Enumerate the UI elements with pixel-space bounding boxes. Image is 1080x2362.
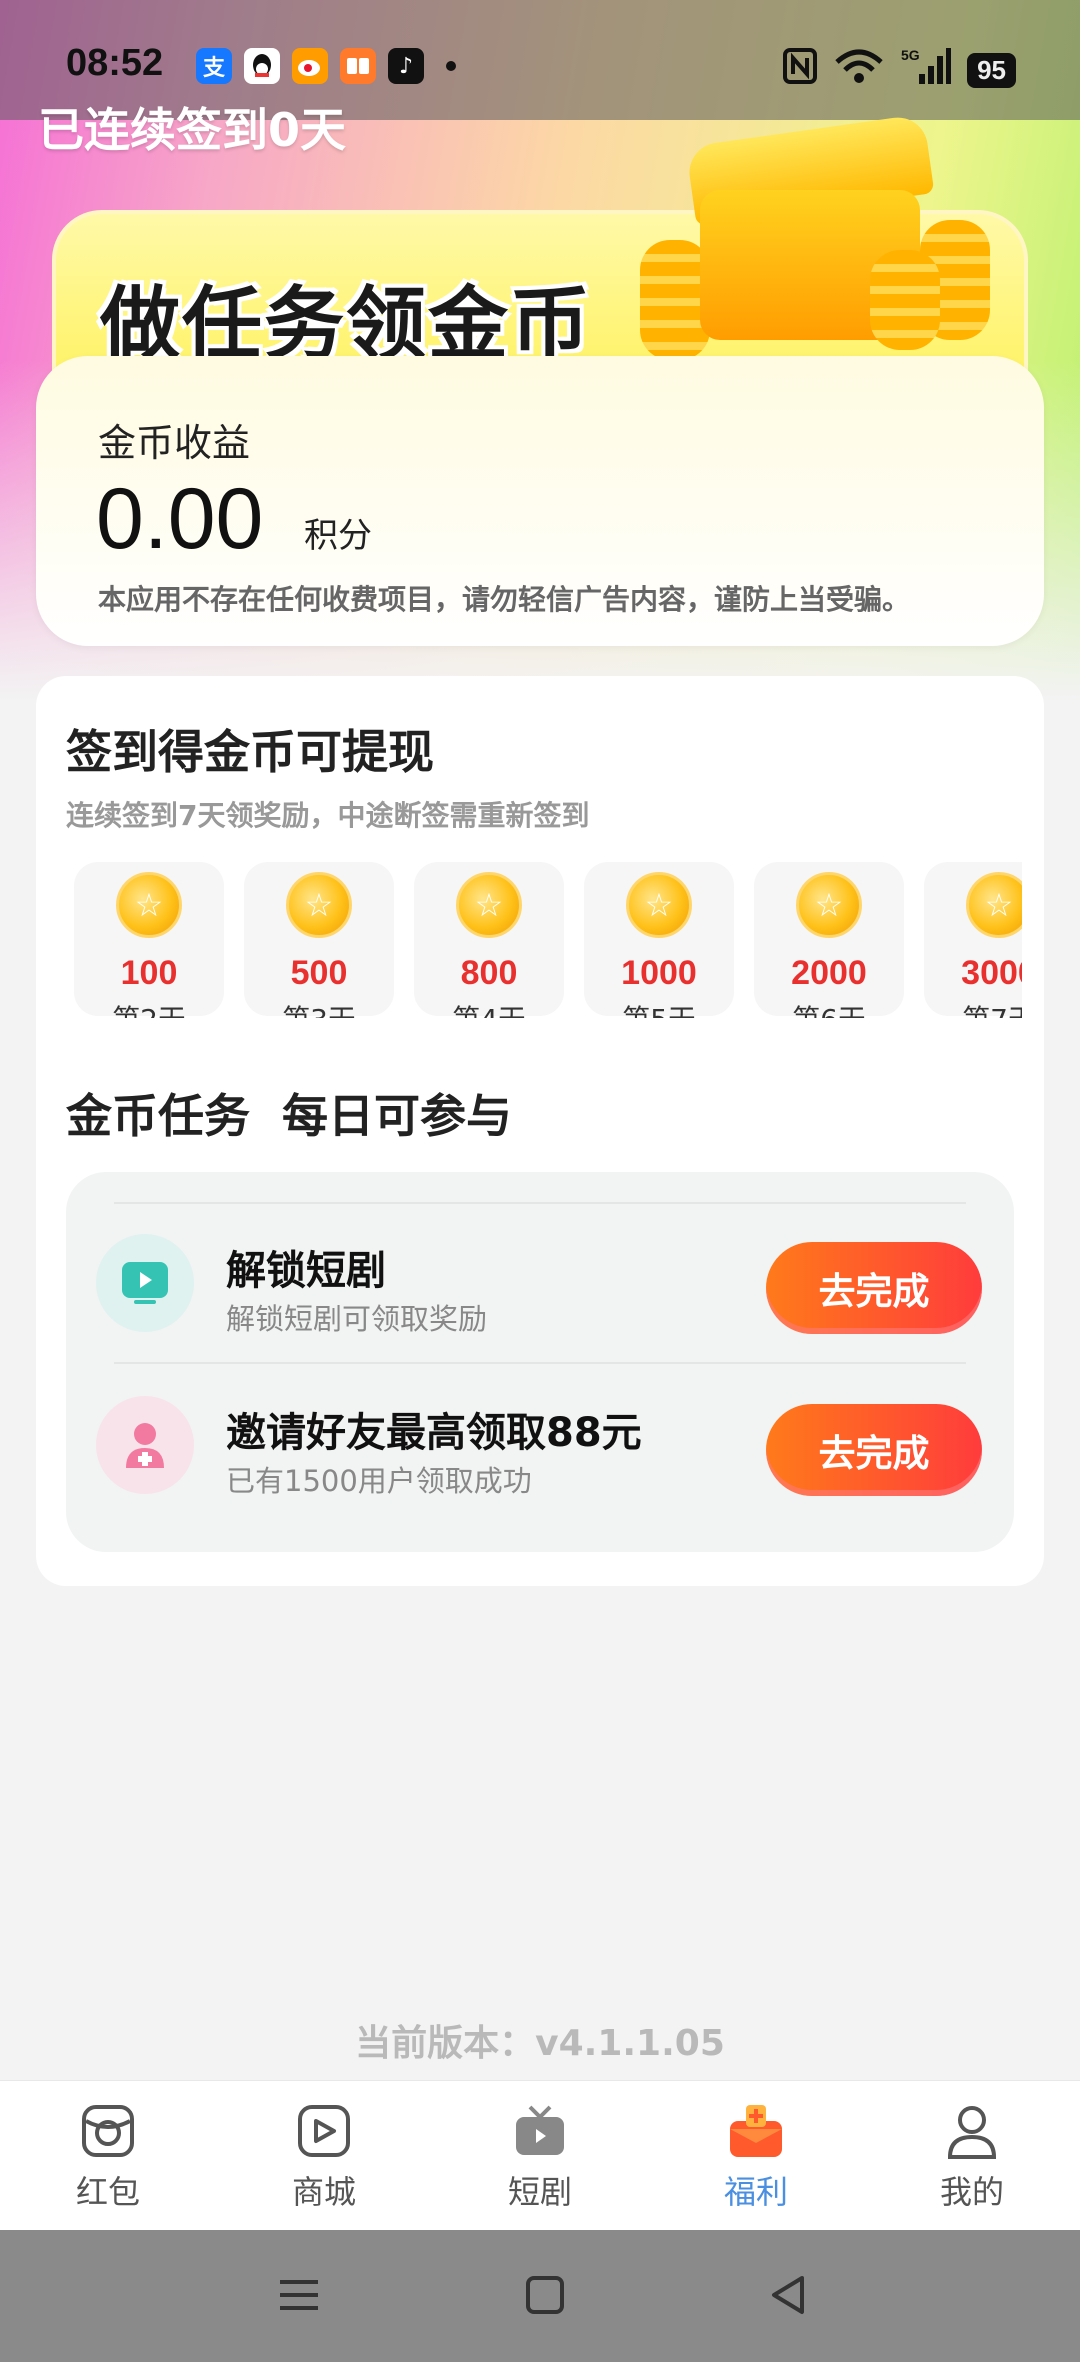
checkin-days-list[interactable]: ☆ 100 第2天 ☆ 500 第3天 ☆ 800 第4天 ☆ 1000 第5天… (74, 862, 1022, 1018)
system-navigation-bar (0, 2230, 1080, 2362)
checkin-title: 签到得金币可提现 (66, 725, 434, 779)
day-label: 第3天 (244, 998, 394, 1018)
nfc-icon (783, 48, 818, 92)
weibo-icon (292, 48, 328, 84)
tab-label: 商城 (291, 2173, 356, 2211)
task-description: 解锁短剧可领取奖励 (226, 1302, 488, 1336)
tiktok-icon: ♪ (388, 48, 424, 84)
coin-icon: ☆ (456, 872, 522, 938)
earnings-label: 金币收益 (98, 421, 251, 465)
status-indicators: 5G 95 (783, 46, 1016, 94)
day-reward-amount: 500 (290, 954, 348, 992)
day-reward-amount: 100 (120, 954, 178, 992)
day-reward-amount: 2000 (791, 954, 867, 992)
app-version: 当前版本：v4.1.1.05 (355, 2023, 725, 2064)
day-label: 第2天 (74, 998, 224, 1018)
more-notifications-icon (446, 61, 456, 71)
status-time: 08:52 (66, 42, 164, 84)
complete-task-button[interactable]: 去完成 (766, 1404, 982, 1496)
menu-icon[interactable] (274, 2270, 324, 2320)
coin-icon: ☆ (796, 872, 862, 938)
user-add-icon (96, 1396, 194, 1494)
earnings-unit: 积分 (304, 516, 372, 556)
alipay-icon: 支 (196, 48, 232, 84)
checkin-day[interactable]: ☆ 500 第3天 (244, 862, 394, 1018)
wifi-icon (833, 48, 885, 92)
cellular-signal-icon: 5G (901, 46, 952, 94)
book-app-icon (340, 48, 376, 84)
coin-icon: ☆ (626, 872, 692, 938)
coin-icon: ☆ (116, 872, 182, 938)
tasks-list: 解锁短剧 解锁短剧可领取奖励 去完成 邀请好友最高领取88元 已有1500用户领… (66, 1172, 1014, 1552)
task-title: 解锁短剧 (226, 1248, 386, 1294)
play-video-icon (96, 1234, 194, 1332)
bottom-tab-bar: 红包 商城 短剧 福利 我的 (0, 2080, 1080, 2230)
task-item[interactable]: 解锁短剧 解锁短剧可领取奖励 去完成 (66, 1202, 1014, 1342)
day-reward-amount: 3000 (961, 954, 1022, 992)
tab-label: 红包 (75, 2173, 140, 2211)
checkin-day[interactable]: ☆ 800 第4天 (414, 862, 564, 1018)
day-reward-amount: 800 (460, 954, 518, 992)
svg-text:5G: 5G (901, 47, 920, 63)
back-icon[interactable] (764, 2270, 814, 2320)
checkin-tasks-card: 签到得金币可提现 连续签到7天领奖励，中途断签需重新签到 ☆ 100 第2天 ☆… (36, 676, 1044, 1586)
earnings-value: 0.00 (96, 471, 264, 567)
tab-welfare[interactable]: 福利 (648, 2081, 864, 2230)
home-icon[interactable] (520, 2270, 570, 2320)
day-label: 第4天 (414, 998, 564, 1018)
coin-icon: ☆ (966, 872, 1022, 938)
tab-profile[interactable]: 我的 (864, 2081, 1080, 2230)
task-item[interactable]: 邀请好友最高领取88元 已有1500用户领取成功 去完成 (66, 1364, 1014, 1504)
checkin-day[interactable]: ☆ 2000 第6天 (754, 862, 904, 1018)
tv-icon (516, 2105, 564, 2155)
complete-task-button[interactable]: 去完成 (766, 1242, 982, 1334)
task-description: 已有1500用户领取成功 (226, 1464, 532, 1498)
day-reward-amount: 1000 (621, 954, 697, 992)
qq-icon (244, 48, 280, 84)
day-label: 第6天 (754, 998, 904, 1018)
checkin-streak: 已连续签到0天 (38, 103, 347, 157)
notification-icons: 支 ♪ (196, 48, 456, 84)
profile-icon (947, 2106, 997, 2159)
red-packet-icon (82, 2105, 134, 2157)
day-label: 第7天 (924, 998, 1022, 1018)
checkin-day[interactable]: ☆ 3000 第7天 (924, 862, 1022, 1018)
tab-label: 短剧 (507, 2173, 572, 2211)
tab-label: 福利 (723, 2173, 788, 2211)
fraud-notice: 本应用不存在任何收费项目，请勿轻信广告内容，谨防上当受骗。 (98, 583, 911, 616)
day-label: 第5天 (584, 998, 734, 1018)
gift-icon (730, 2105, 782, 2157)
checkin-day[interactable]: ☆ 1000 第5天 (584, 862, 734, 1018)
tab-red-packet[interactable]: 红包 (0, 2081, 216, 2230)
earnings-card: 金币收益 0.00 积分 本应用不存在任何收费项目，请勿轻信广告内容，谨防上当受… (36, 356, 1044, 646)
tasks-title: 金币任务 每日可参与 (66, 1089, 513, 1143)
battery-indicator: 95 (967, 52, 1016, 88)
treasure-chest-icon (640, 113, 1000, 360)
task-title: 邀请好友最高领取88元 (226, 1410, 642, 1456)
tab-short-drama[interactable]: 短剧 (432, 2081, 648, 2230)
tab-label: 我的 (939, 2173, 1004, 2211)
checkin-subtitle: 连续签到7天领奖励，中途断签需重新签到 (66, 799, 590, 832)
mall-icon (298, 2105, 350, 2157)
checkin-day[interactable]: ☆ 100 第2天 (74, 862, 224, 1018)
tab-mall[interactable]: 商城 (216, 2081, 432, 2230)
coin-icon: ☆ (286, 872, 352, 938)
